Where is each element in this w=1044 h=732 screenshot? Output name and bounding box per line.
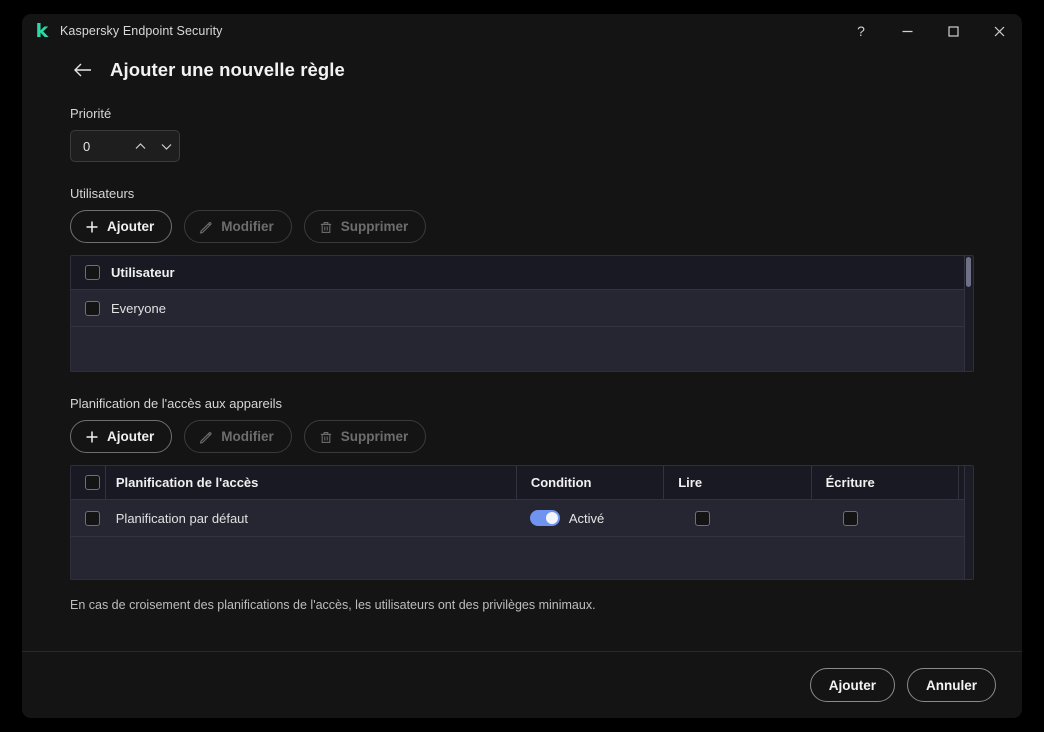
users-label: Utilisateurs	[70, 186, 135, 201]
schedule-table: Planification de l'accès Condition Lire …	[70, 465, 974, 580]
pencil-icon	[199, 220, 213, 234]
kaspersky-logo-icon: k	[35, 19, 49, 42]
plus-icon	[85, 430, 99, 444]
users-section: Utilisateurs Ajouter Modifier Supprimer …	[70, 186, 974, 372]
users-toolbar: Ajouter Modifier Supprimer	[70, 210, 974, 243]
priority-input[interactable]: 0	[71, 139, 127, 154]
back-arrow-icon[interactable]	[70, 57, 96, 83]
chevron-down-icon[interactable]	[153, 131, 179, 161]
schedule-table-scrollbar[interactable]	[964, 466, 973, 579]
schedule-add-button[interactable]: Ajouter	[70, 420, 173, 453]
maximize-icon[interactable]	[930, 14, 976, 48]
table-row[interactable]: Planification par défaut Activé	[71, 500, 973, 537]
close-icon[interactable]	[976, 14, 1022, 48]
page-header: Ajouter une nouvelle règle	[22, 48, 1022, 92]
row-write-cell	[811, 500, 959, 536]
minimize-icon[interactable]	[884, 14, 930, 48]
dialog-footer: Ajouter Annuler	[22, 651, 1022, 718]
page-title: Ajouter une nouvelle règle	[110, 59, 345, 80]
condition-toggle-label: Activé	[568, 510, 605, 526]
dialog-content: Priorité 0 Utilisateurs Ajouter Modifier…	[22, 92, 1022, 651]
help-icon[interactable]: ?	[838, 14, 884, 48]
users-table-scrollbar[interactable]	[964, 256, 973, 371]
row-condition-cell: Activé	[516, 500, 663, 536]
chevron-up-icon[interactable]	[127, 131, 153, 161]
schedule-hint-text: En cas de croisement des planifications …	[70, 598, 596, 612]
schedule-table-empty-area	[71, 537, 973, 579]
schedule-col-read[interactable]: Lire	[664, 466, 812, 499]
window-controls: ?	[838, 14, 1022, 48]
priority-label: Priorité	[70, 106, 112, 121]
schedule-col-condition[interactable]: Condition	[517, 466, 665, 499]
row-checkbox[interactable]	[71, 290, 107, 326]
schedule-toolbar: Ajouter Modifier Supprimer	[70, 420, 974, 453]
row-checkbox[interactable]	[71, 500, 106, 536]
plus-icon	[85, 220, 99, 234]
trash-icon	[319, 430, 333, 444]
app-window: k Kaspersky Endpoint Security ? Ajouter …	[22, 14, 1022, 718]
write-checkbox[interactable]	[842, 510, 858, 526]
users-add-label: Ajouter	[107, 219, 155, 234]
schedule-edit-button[interactable]: Modifier	[184, 420, 292, 453]
users-edit-button[interactable]: Modifier	[184, 210, 292, 243]
schedule-edit-label: Modifier	[221, 429, 274, 444]
users-add-button[interactable]: Ajouter	[70, 210, 173, 243]
trash-icon	[319, 220, 333, 234]
app-title: Kaspersky Endpoint Security	[60, 24, 223, 38]
schedule-label: Planification de l'accès aux appareils	[70, 396, 283, 411]
users-select-all-checkbox[interactable]	[71, 256, 107, 289]
schedule-delete-button[interactable]: Supprimer	[303, 420, 427, 453]
pencil-icon	[199, 430, 213, 444]
users-delete-button[interactable]: Supprimer	[303, 210, 427, 243]
schedule-col-write[interactable]: Écriture	[812, 466, 960, 499]
users-table-empty-area	[71, 327, 973, 371]
row-user-name: Everyone	[111, 300, 166, 316]
condition-toggle[interactable]	[529, 510, 560, 526]
schedule-table-header: Planification de l'accès Condition Lire …	[71, 466, 973, 500]
priority-stepper[interactable]: 0	[70, 130, 180, 162]
users-delete-label: Supprimer	[340, 219, 409, 234]
users-edit-label: Modifier	[221, 219, 274, 234]
confirm-add-button[interactable]: Ajouter	[809, 668, 895, 702]
users-table-scroll-thumb[interactable]	[966, 257, 971, 287]
table-row[interactable]: Everyone	[71, 290, 973, 327]
schedule-add-label: Ajouter	[107, 429, 155, 444]
schedule-section: Planification de l'accès aux appareils A…	[70, 396, 974, 580]
users-table: Utilisateur Everyone	[70, 255, 974, 372]
row-schedule-name: Planification par défaut	[115, 510, 249, 526]
read-checkbox[interactable]	[694, 510, 710, 526]
cancel-button[interactable]: Annuler	[906, 668, 996, 702]
title-bar: k Kaspersky Endpoint Security ?	[22, 14, 1022, 48]
priority-group: Priorité 0	[70, 106, 974, 162]
schedule-delete-label: Supprimer	[340, 429, 409, 444]
row-read-cell	[663, 500, 811, 536]
users-col-user[interactable]: Utilisateur	[107, 256, 973, 289]
users-table-header: Utilisateur	[71, 256, 973, 290]
schedule-select-all-checkbox[interactable]	[71, 466, 106, 499]
schedule-col-schedule[interactable]: Planification de l'accès	[106, 466, 517, 499]
